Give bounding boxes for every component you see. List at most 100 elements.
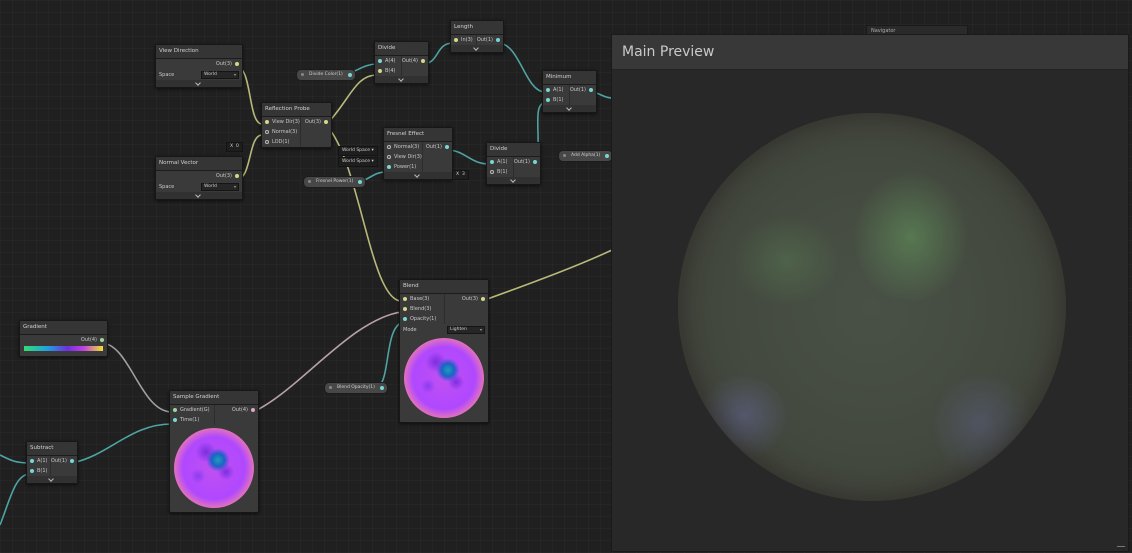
node-fresnel-effect[interactable]: Fresnel Effect Normal(3) View Dir(3) Pow… <box>383 127 453 180</box>
node-divide-top[interactable]: Divide A(4) B(4) Out(4) <box>374 41 429 84</box>
space-dropdown[interactable]: World <box>201 70 239 79</box>
input-port-row[interactable]: Time(1) <box>170 415 214 425</box>
input-port-row[interactable]: Power(1) <box>384 162 422 172</box>
node-reflection-probe[interactable]: Reflection Probe View Dir(3) Normal(3) L… <box>261 102 332 148</box>
fresnel-view-space-dropdown[interactable]: World Space ▾ <box>338 157 378 167</box>
input-port-row[interactable]: Base(3) <box>400 294 444 304</box>
node-normal-vector[interactable]: Normal Vector Out(3) Space World <box>155 156 243 200</box>
property-add-alpha[interactable]: Add Alpha(1) <box>558 150 614 162</box>
expand-chevron-icon[interactable] <box>543 105 596 112</box>
node-gradient[interactable]: Gradient Out(4) <box>19 320 108 357</box>
output-port-row[interactable]: Out(3) <box>301 117 331 127</box>
output-port-row[interactable]: Out(1) <box>423 142 452 152</box>
input-port-row[interactable]: View Dir(3) <box>384 152 422 162</box>
port-dot[interactable] <box>387 155 391 159</box>
divide-b-input-field[interactable]: X 3 <box>452 170 469 180</box>
input-port-row[interactable]: LOD(1) <box>262 137 300 147</box>
input-port-row[interactable]: B(1) <box>27 466 50 476</box>
output-port-row[interactable]: Out(1) <box>51 456 77 466</box>
property-fresnel-power[interactable]: Fresnel Power(1) <box>303 176 367 188</box>
port-dot[interactable] <box>589 88 593 92</box>
fresnel-normal-space-dropdown[interactable]: World Space ▾ <box>338 146 378 156</box>
preview-sphere[interactable] <box>678 113 1066 501</box>
port-dot[interactable] <box>403 297 407 301</box>
node-length[interactable]: Length In(3) Out(1) <box>450 20 504 53</box>
port-dot[interactable] <box>546 98 550 102</box>
output-port-row[interactable]: Out(4) <box>20 335 107 345</box>
main-preview-title[interactable]: Main Preview <box>612 35 1128 70</box>
output-port-row[interactable]: Out(3) <box>156 59 242 69</box>
port-dot[interactable] <box>265 140 269 144</box>
port-dot[interactable] <box>251 408 255 412</box>
input-port-row[interactable]: B(1) <box>543 95 569 105</box>
output-port-row[interactable]: Out(1) <box>514 157 540 167</box>
port-dot[interactable] <box>387 145 391 149</box>
port-dot[interactable] <box>173 408 177 412</box>
input-port-row[interactable]: View Dir(3) <box>262 117 300 127</box>
port-dot[interactable] <box>490 160 494 164</box>
expand-chevron-icon[interactable] <box>451 45 503 52</box>
node-minimum[interactable]: Minimum A(1) B(1) Out(1) <box>542 70 597 113</box>
port-dot[interactable] <box>379 386 384 390</box>
output-port-row[interactable]: Out(1) <box>570 85 596 95</box>
port-dot[interactable] <box>70 459 74 463</box>
port-dot[interactable] <box>378 59 382 63</box>
input-port-row[interactable]: Opacity(1) <box>400 314 444 324</box>
output-port-row[interactable]: Out(3) <box>156 171 242 181</box>
expand-chevron-icon[interactable] <box>375 76 428 83</box>
port-dot[interactable] <box>490 170 494 174</box>
input-port-row[interactable]: Normal(3) <box>262 127 300 137</box>
expand-chevron-icon[interactable] <box>156 80 242 87</box>
expand-chevron-icon[interactable] <box>384 172 452 179</box>
input-port-row[interactable]: In(3) <box>451 35 476 45</box>
expand-chevron-icon[interactable] <box>27 476 77 483</box>
port-dot[interactable] <box>347 73 352 77</box>
resize-handle-icon[interactable] <box>1117 546 1125 549</box>
port-dot[interactable] <box>100 338 104 342</box>
port-dot[interactable] <box>481 297 485 301</box>
input-port-row[interactable]: Gradient(G) <box>170 405 214 415</box>
space-dropdown[interactable]: World <box>201 182 239 191</box>
port-dot[interactable] <box>265 120 269 124</box>
port-dot[interactable] <box>533 160 537 164</box>
port-dot[interactable] <box>387 165 391 169</box>
input-port-row[interactable]: A(4) <box>375 56 401 66</box>
input-port-row[interactable]: A(1) <box>543 85 569 95</box>
port-dot[interactable] <box>421 59 425 63</box>
output-port-row[interactable]: Out(1) <box>477 35 503 45</box>
port-dot[interactable] <box>173 418 177 422</box>
port-dot[interactable] <box>403 317 407 321</box>
port-dot[interactable] <box>358 180 363 184</box>
port-dot[interactable] <box>235 62 239 66</box>
port-dot[interactable] <box>605 154 610 158</box>
input-port-row[interactable]: Blend(3) <box>400 304 444 314</box>
node-view-direction[interactable]: View Direction Out(3) Space World <box>155 44 243 88</box>
input-port-row[interactable]: B(4) <box>375 66 401 76</box>
expand-chevron-icon[interactable] <box>156 192 242 199</box>
main-preview-window[interactable]: Main Preview <box>611 34 1129 552</box>
port-dot[interactable] <box>454 38 458 42</box>
expand-chevron-icon[interactable] <box>487 177 540 184</box>
input-port-row[interactable]: A(1) <box>487 157 513 167</box>
port-dot[interactable] <box>546 88 550 92</box>
port-dot[interactable] <box>496 38 500 42</box>
port-dot[interactable] <box>265 130 269 134</box>
node-sample-gradient[interactable]: Sample Gradient Gradient(G) Time(1) Out(… <box>169 390 259 513</box>
port-dot[interactable] <box>30 469 34 473</box>
output-port-row[interactable]: Out(4) <box>402 56 428 66</box>
node-subtract[interactable]: Subtract A(1) B(1) Out(1) <box>26 441 78 484</box>
property-divide-color[interactable]: Divide Color(1) <box>296 69 356 81</box>
mode-dropdown[interactable]: Lighten <box>447 325 485 334</box>
node-divide-mid[interactable]: Divide A(1) B(1) Out(1) <box>486 142 541 185</box>
gradient-swatch[interactable] <box>24 346 103 351</box>
node-blend[interactable]: Blend Base(3) Blend(3) Opacity(1) Out(3)… <box>399 279 489 423</box>
port-dot[interactable] <box>235 174 239 178</box>
port-dot[interactable] <box>445 145 449 149</box>
port-dot[interactable] <box>324 120 328 124</box>
input-port-row[interactable]: B(1) <box>487 167 513 177</box>
property-blend-opacity[interactable]: Blend Opacity(1) <box>324 382 388 394</box>
input-port-row[interactable]: A(1) <box>27 456 50 466</box>
output-port-row[interactable]: Out(4) <box>215 405 259 415</box>
port-dot[interactable] <box>378 69 382 73</box>
input-port-row[interactable]: Normal(3) <box>384 142 422 152</box>
